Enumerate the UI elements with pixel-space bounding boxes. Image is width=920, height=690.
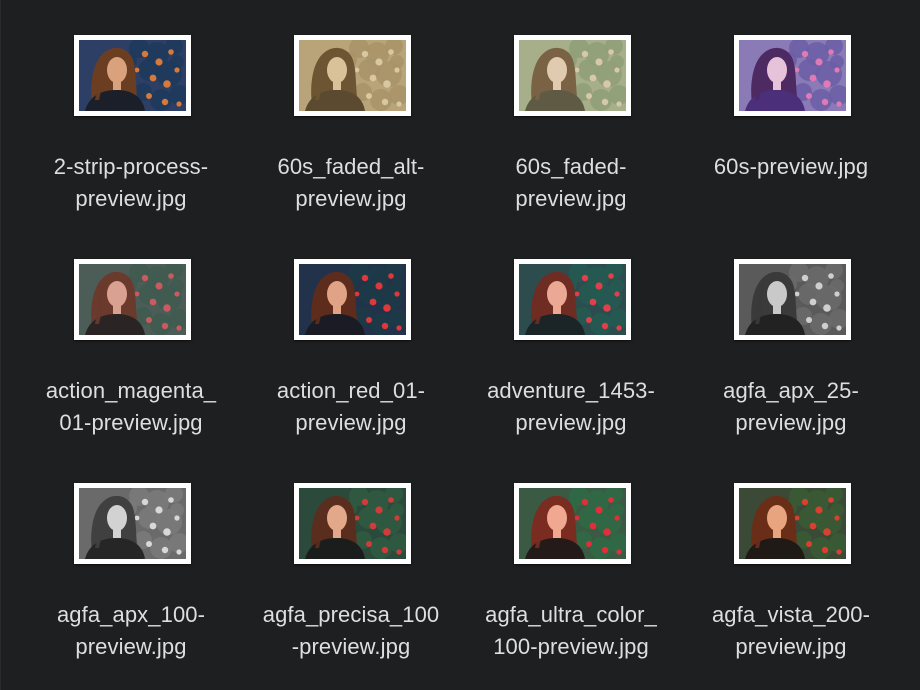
file-name-line: agfa_ultra_color_	[485, 602, 657, 627]
file-name[interactable]: agfa_apx_100- preview.jpg	[21, 599, 241, 663]
file-thumbnail[interactable]	[734, 483, 851, 564]
file-item[interactable]: agfa_apx_100- preview.jpg	[21, 448, 241, 672]
file-name[interactable]: agfa_ultra_color_ 100-preview.jpg	[461, 599, 681, 663]
file-thumbnail[interactable]	[514, 259, 631, 340]
file-name[interactable]: agfa_vista_200- preview.jpg	[681, 599, 901, 663]
file-item[interactable]: adventure_1453- preview.jpg	[461, 224, 681, 448]
file-item[interactable]: 60s_faded_alt-preview.jpg	[241, 0, 461, 224]
file-name-line: 2-strip-process-	[53, 154, 209, 179]
file-name[interactable]: adventure_1453- preview.jpg	[461, 375, 681, 439]
portrait-image	[519, 40, 626, 111]
file-name-line: preview.jpg	[75, 186, 187, 211]
file-name-line: preview.jpg	[295, 186, 407, 211]
file-thumbnail[interactable]	[74, 35, 191, 116]
portrait-image	[519, 264, 626, 335]
file-name[interactable]: 60s_faded_alt-preview.jpg	[241, 151, 461, 215]
portrait-image	[299, 40, 406, 111]
file-name[interactable]: agfa_precisa_100 -preview.jpg	[241, 599, 461, 663]
file-thumbnail[interactable]	[294, 35, 411, 116]
file-thumbnail[interactable]	[734, 259, 851, 340]
file-name-line: preview.jpg	[735, 410, 847, 435]
file-name-line: 60s_faded-	[515, 154, 627, 179]
file-item[interactable]: 2-strip-process-preview.jpg	[21, 0, 241, 224]
portrait-image	[299, 264, 406, 335]
file-name-line: agfa_precisa_100	[262, 602, 440, 627]
file-item[interactable]: 60s_faded-preview.jpg	[461, 0, 681, 224]
file-name[interactable]: action_magenta_ 01-preview.jpg	[21, 375, 241, 439]
file-item[interactable]: agfa_vista_200- preview.jpg	[681, 448, 901, 672]
file-thumbnail[interactable]	[294, 259, 411, 340]
file-name[interactable]: 60s_faded-preview.jpg	[461, 151, 681, 215]
file-grid: 2-strip-process-preview.jpg 60s_faded_alt…	[0, 0, 920, 690]
file-name[interactable]: action_red_01- preview.jpg	[241, 375, 461, 439]
file-name-line: preview.jpg	[515, 186, 627, 211]
portrait-image	[79, 488, 186, 559]
file-thumbnail[interactable]	[294, 483, 411, 564]
file-name-line: preview.jpg	[295, 410, 407, 435]
file-item[interactable]: agfa_ultra_color_ 100-preview.jpg	[461, 448, 681, 672]
file-thumbnail[interactable]	[74, 483, 191, 564]
file-name-line: preview.jpg	[75, 634, 187, 659]
file-name-line: action_red_01-	[276, 378, 426, 403]
file-thumbnail[interactable]	[74, 259, 191, 340]
file-item[interactable]: agfa_precisa_100 -preview.jpg	[241, 448, 461, 672]
portrait-image	[739, 488, 846, 559]
file-name-line: adventure_1453-	[487, 378, 655, 403]
file-name[interactable]: agfa_apx_25- preview.jpg	[681, 375, 901, 439]
portrait-image	[299, 488, 406, 559]
file-name-line: 01-preview.jpg	[59, 410, 203, 435]
file-name-line: agfa_apx_25-	[723, 378, 859, 403]
file-item[interactable]: action_red_01- preview.jpg	[241, 224, 461, 448]
file-item[interactable]: action_magenta_ 01-preview.jpg	[21, 224, 241, 448]
file-thumbnail[interactable]	[734, 35, 851, 116]
portrait-image	[79, 40, 186, 111]
file-name-line: -preview.jpg	[291, 634, 411, 659]
portrait-image	[519, 488, 626, 559]
file-name-line: agfa_vista_200-	[711, 602, 871, 627]
file-thumbnail[interactable]	[514, 483, 631, 564]
file-name-line: preview.jpg	[515, 410, 627, 435]
file-thumbnail[interactable]	[514, 35, 631, 116]
portrait-image	[79, 264, 186, 335]
file-name-line: 60s-preview.jpg	[713, 154, 869, 179]
file-name-line: 100-preview.jpg	[493, 634, 649, 659]
portrait-image	[739, 40, 846, 111]
file-item[interactable]: agfa_apx_25- preview.jpg	[681, 224, 901, 448]
file-name[interactable]: 60s-preview.jpg	[681, 151, 901, 183]
portrait-image	[739, 264, 846, 335]
file-item[interactable]: 60s-preview.jpg	[681, 0, 901, 224]
file-name-line: agfa_apx_100-	[56, 602, 206, 627]
file-name[interactable]: 2-strip-process-preview.jpg	[21, 151, 241, 215]
file-name-line: 60s_faded_alt-	[277, 154, 425, 179]
file-name-line: preview.jpg	[735, 634, 847, 659]
file-name-line: action_magenta_	[45, 378, 217, 403]
